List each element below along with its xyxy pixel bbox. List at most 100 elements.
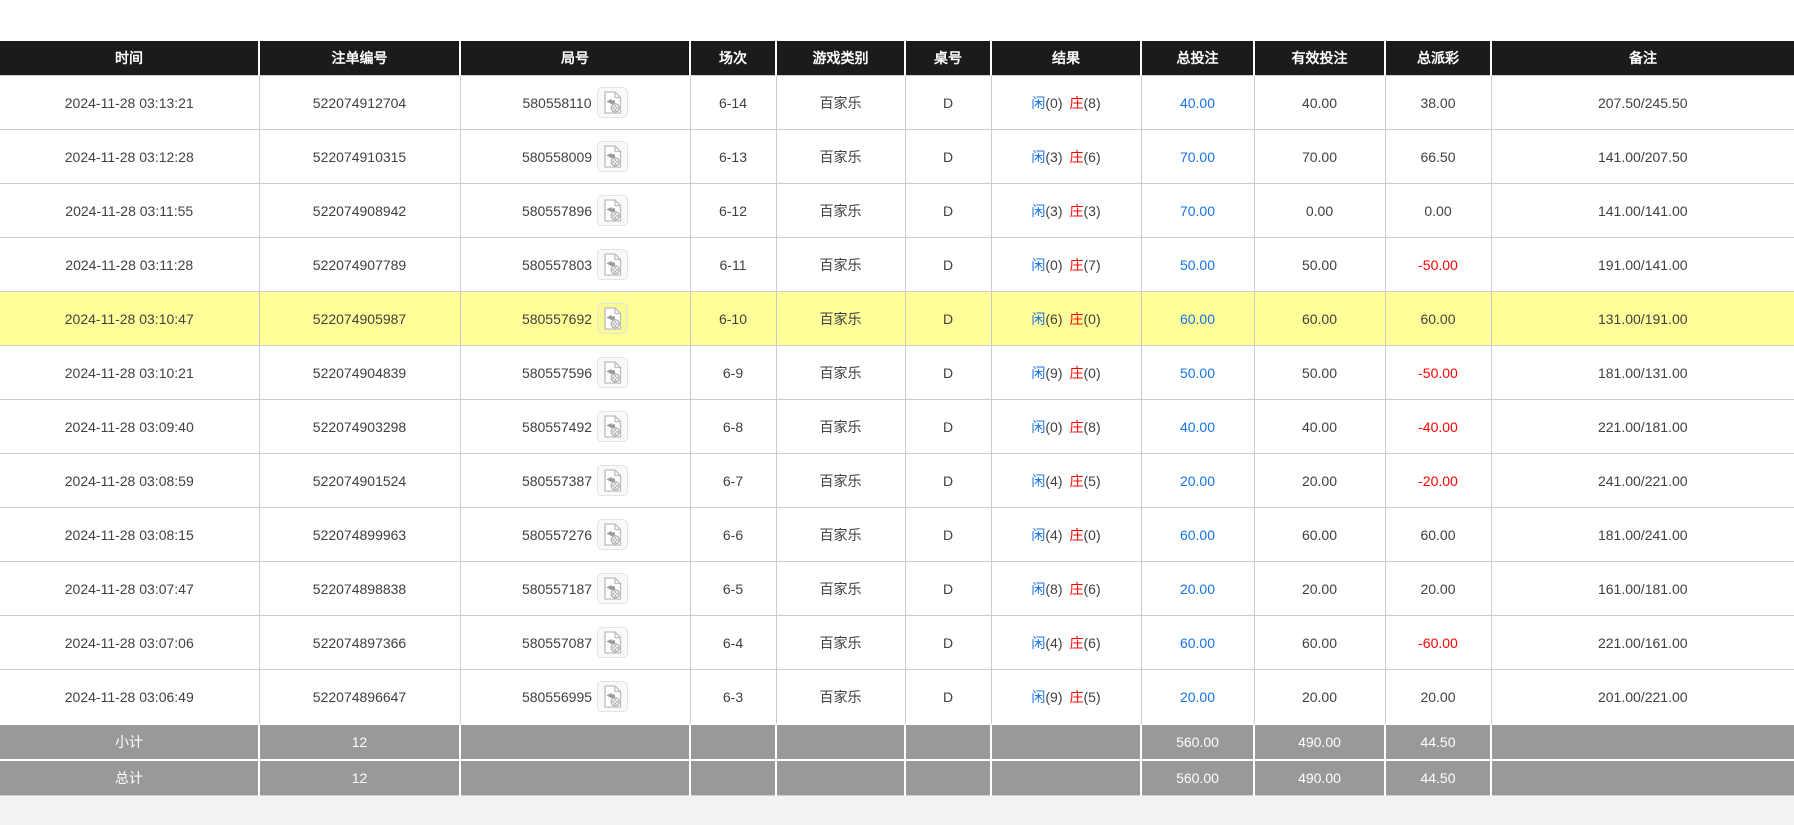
cell-game-type: 百家乐 bbox=[776, 130, 905, 184]
cell-round-number: 580557596 bbox=[460, 346, 690, 400]
cell-total-bet[interactable]: 50.00 bbox=[1141, 238, 1254, 292]
cell-table-number: D bbox=[905, 238, 991, 292]
cell-total-bet[interactable]: 70.00 bbox=[1141, 184, 1254, 238]
player-score: (6) bbox=[1045, 311, 1062, 327]
video-replay-button[interactable] bbox=[597, 465, 628, 496]
video-replay-button[interactable] bbox=[597, 681, 628, 712]
betting-history-page: 时间 注单编号 局号 场次 游戏类别 桌号 结果 总投注 有效投注 总派彩 备注… bbox=[0, 0, 1794, 825]
cell-bet-number: 522074912704 bbox=[259, 76, 460, 130]
video-replay-button[interactable] bbox=[597, 627, 628, 658]
table-row[interactable]: 2024-11-28 03:06:49 522074896647 5805569… bbox=[0, 670, 1794, 725]
video-replay-button[interactable] bbox=[597, 519, 628, 550]
video-replay-button[interactable] bbox=[597, 249, 628, 280]
cell-bet-number: 522074899963 bbox=[259, 508, 460, 562]
summary-label: 小计 bbox=[0, 724, 259, 760]
film-document-icon bbox=[603, 361, 622, 384]
banker-label: 庄 bbox=[1070, 689, 1084, 705]
cell-time: 2024-11-28 03:10:47 bbox=[0, 292, 259, 346]
round-number: 580557692 bbox=[522, 311, 592, 327]
summary-count: 12 bbox=[259, 724, 460, 760]
banker-score: (5) bbox=[1084, 689, 1101, 705]
cell-bet-number: 522074905987 bbox=[259, 292, 460, 346]
film-document-icon bbox=[603, 415, 622, 438]
cell-result: 闲(3)庄(6) bbox=[991, 130, 1141, 184]
cell-table-number: D bbox=[905, 616, 991, 670]
table-row[interactable]: 2024-11-28 03:08:15 522074899963 5805572… bbox=[0, 508, 1794, 562]
banker-score: (0) bbox=[1084, 527, 1101, 543]
cell-total-bet[interactable]: 60.00 bbox=[1141, 508, 1254, 562]
film-document-icon bbox=[603, 91, 622, 114]
cell-total-bet[interactable]: 50.00 bbox=[1141, 346, 1254, 400]
cell-valid-bet: 0.00 bbox=[1254, 184, 1385, 238]
cell-table-number: D bbox=[905, 562, 991, 616]
cell-round-number: 580557492 bbox=[460, 400, 690, 454]
player-label: 闲 bbox=[1031, 527, 1045, 543]
summary-row: 小计12560.00490.0044.50 bbox=[0, 724, 1794, 760]
cell-round-number: 580557803 bbox=[460, 238, 690, 292]
table-row[interactable]: 2024-11-28 03:11:28 522074907789 5805578… bbox=[0, 238, 1794, 292]
cell-remark: 191.00/141.00 bbox=[1491, 238, 1794, 292]
cell-total-bet[interactable]: 40.00 bbox=[1141, 76, 1254, 130]
cell-total-bet[interactable]: 20.00 bbox=[1141, 670, 1254, 725]
cell-bet-number: 522074904839 bbox=[259, 346, 460, 400]
table-row[interactable]: 2024-11-28 03:12:28 522074910315 5805580… bbox=[0, 130, 1794, 184]
video-replay-button[interactable] bbox=[597, 195, 628, 226]
cell-total-payout: -40.00 bbox=[1385, 400, 1491, 454]
cell-remark: 161.00/181.00 bbox=[1491, 562, 1794, 616]
player-label: 闲 bbox=[1031, 203, 1045, 219]
col-header-round-number: 局号 bbox=[460, 41, 690, 76]
banker-label: 庄 bbox=[1070, 635, 1084, 651]
cell-valid-bet: 60.00 bbox=[1254, 616, 1385, 670]
round-number: 580557896 bbox=[522, 203, 592, 219]
video-replay-button[interactable] bbox=[597, 303, 628, 334]
table-row[interactable]: 2024-11-28 03:07:06 522074897366 5805570… bbox=[0, 616, 1794, 670]
cell-total-bet[interactable]: 70.00 bbox=[1141, 130, 1254, 184]
film-document-icon bbox=[603, 523, 622, 546]
cell-bet-number: 522074897366 bbox=[259, 616, 460, 670]
col-header-time: 时间 bbox=[0, 41, 259, 76]
player-label: 闲 bbox=[1031, 365, 1045, 381]
cell-round-number: 580557387 bbox=[460, 454, 690, 508]
cell-total-payout: -20.00 bbox=[1385, 454, 1491, 508]
table-row[interactable]: 2024-11-28 03:08:59 522074901524 5805573… bbox=[0, 454, 1794, 508]
cell-time: 2024-11-28 03:08:15 bbox=[0, 508, 259, 562]
cell-total-payout: -50.00 bbox=[1385, 346, 1491, 400]
table-row[interactable]: 2024-11-28 03:11:55 522074908942 5805578… bbox=[0, 184, 1794, 238]
cell-result: 闲(0)庄(8) bbox=[991, 76, 1141, 130]
video-replay-button[interactable] bbox=[597, 573, 628, 604]
video-replay-button[interactable] bbox=[597, 141, 628, 172]
summary-empty bbox=[460, 760, 690, 796]
player-score: (0) bbox=[1045, 257, 1062, 273]
player-label: 闲 bbox=[1031, 473, 1045, 489]
banker-score: (7) bbox=[1084, 257, 1101, 273]
banker-label: 庄 bbox=[1070, 581, 1084, 597]
table-row[interactable]: 2024-11-28 03:07:47 522074898838 5805571… bbox=[0, 562, 1794, 616]
cell-total-bet[interactable]: 60.00 bbox=[1141, 292, 1254, 346]
cell-total-bet[interactable]: 20.00 bbox=[1141, 454, 1254, 508]
film-document-icon bbox=[603, 685, 622, 708]
film-document-icon bbox=[603, 631, 622, 654]
banker-label: 庄 bbox=[1070, 419, 1084, 435]
table-body: 2024-11-28 03:13:21 522074912704 5805581… bbox=[0, 76, 1794, 796]
table-row[interactable]: 2024-11-28 03:10:47 522074905987 5805576… bbox=[0, 292, 1794, 346]
cell-result: 闲(9)庄(0) bbox=[991, 346, 1141, 400]
cell-session: 6-3 bbox=[690, 670, 776, 725]
banker-score: (6) bbox=[1084, 635, 1101, 651]
cell-total-bet[interactable]: 60.00 bbox=[1141, 616, 1254, 670]
summary-count: 12 bbox=[259, 760, 460, 796]
cell-session: 6-5 bbox=[690, 562, 776, 616]
cell-total-bet[interactable]: 20.00 bbox=[1141, 562, 1254, 616]
video-replay-button[interactable] bbox=[597, 411, 628, 442]
video-replay-button[interactable] bbox=[597, 357, 628, 388]
player-score: (9) bbox=[1045, 365, 1062, 381]
cell-game-type: 百家乐 bbox=[776, 508, 905, 562]
cell-total-bet[interactable]: 40.00 bbox=[1141, 400, 1254, 454]
table-row[interactable]: 2024-11-28 03:10:21 522074904839 5805575… bbox=[0, 346, 1794, 400]
table-row[interactable]: 2024-11-28 03:09:40 522074903298 5805574… bbox=[0, 400, 1794, 454]
table-row[interactable]: 2024-11-28 03:13:21 522074912704 5805581… bbox=[0, 76, 1794, 130]
cell-remark: 207.50/245.50 bbox=[1491, 76, 1794, 130]
cell-game-type: 百家乐 bbox=[776, 238, 905, 292]
cell-time: 2024-11-28 03:12:28 bbox=[0, 130, 259, 184]
video-replay-button[interactable] bbox=[597, 87, 628, 118]
cell-game-type: 百家乐 bbox=[776, 454, 905, 508]
